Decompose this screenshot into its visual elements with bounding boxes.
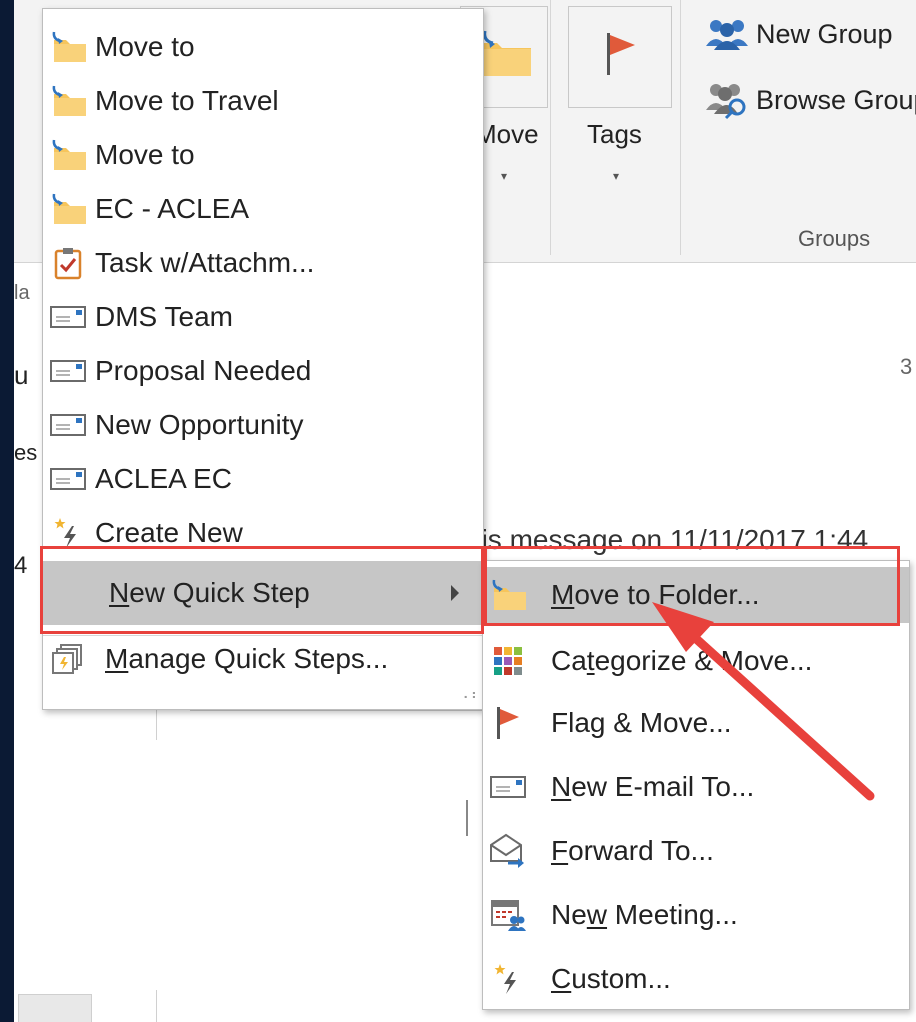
annotation-arrow [652,602,875,801]
outlook-window: Move ▾ Tags ▾ New Group Browse Grou Grou… [14,0,916,1022]
